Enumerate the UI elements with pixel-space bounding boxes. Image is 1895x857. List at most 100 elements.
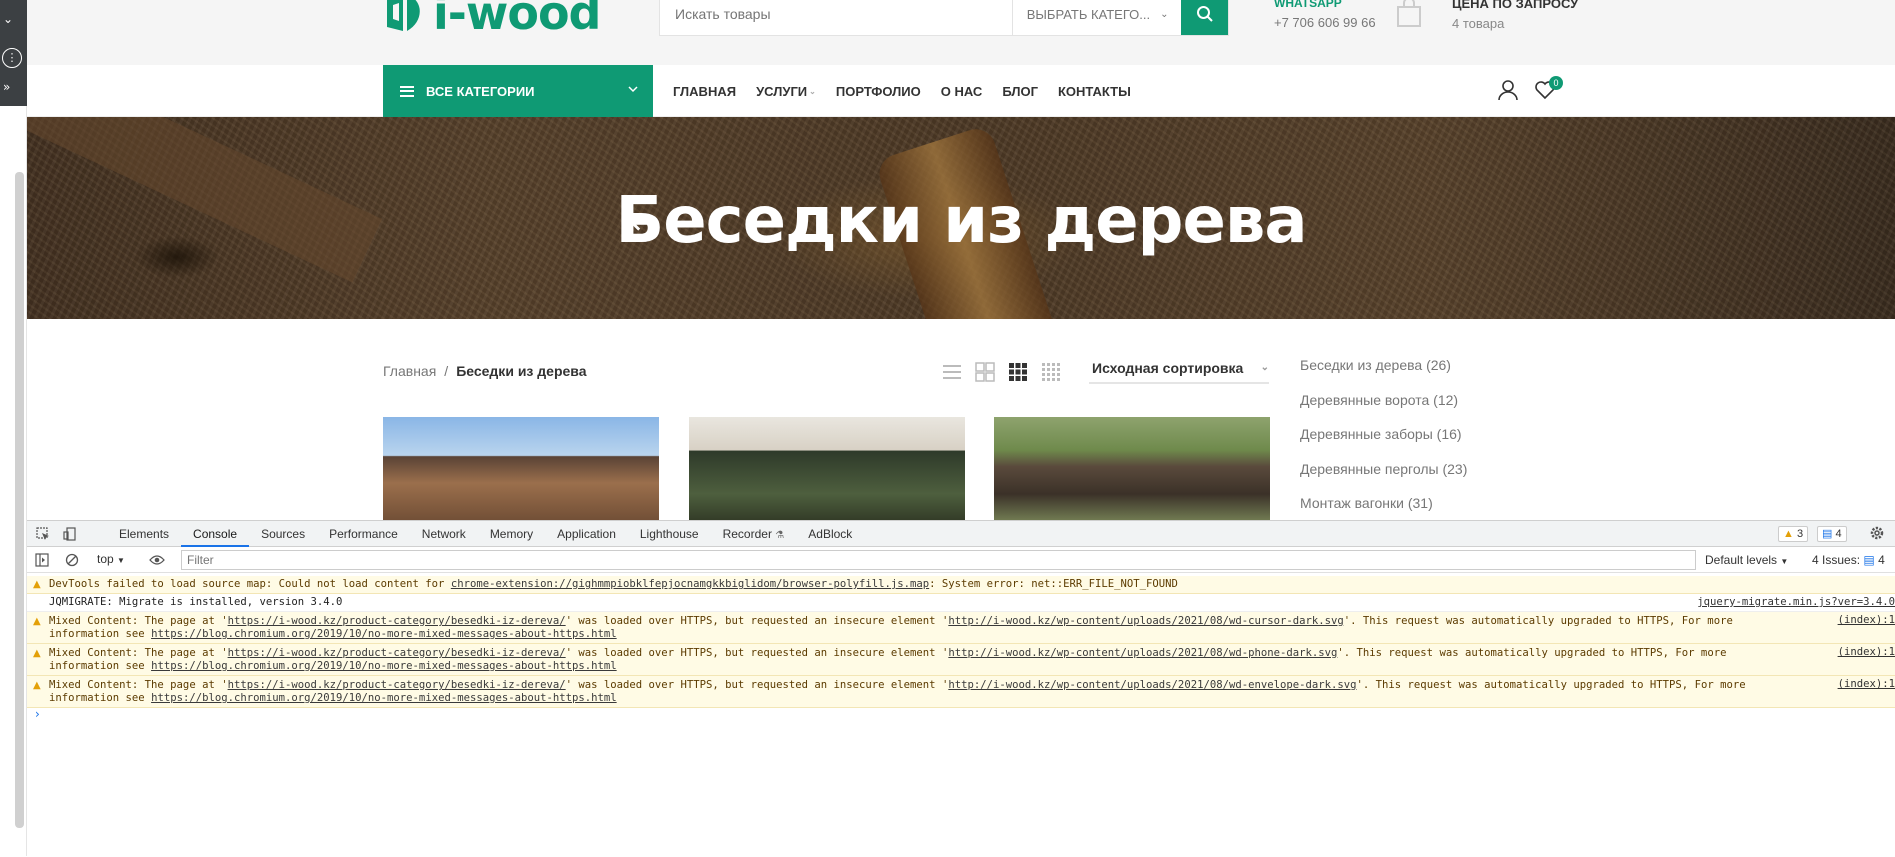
nav-link-about[interactable]: О НАС	[941, 84, 983, 99]
logo-text: i-wood	[433, 0, 601, 40]
dropdown-arrow-icon: ▼	[117, 556, 125, 565]
message-link[interactable]: chrome-extension://gighmmpiobklfepjocnam…	[451, 578, 929, 590]
search-button[interactable]	[1181, 0, 1228, 35]
grid-4-view-icon[interactable]	[1041, 362, 1061, 382]
messages-badge[interactable]: ▤ 4	[1817, 526, 1847, 542]
sidebar-toggle-icon[interactable]	[35, 553, 49, 567]
gear-icon[interactable]	[1869, 525, 1885, 541]
sidebar-category[interactable]: Деревянные ворота (12)	[1300, 392, 1467, 427]
all-categories-button[interactable]: ВСЕ КАТЕГОРИИ	[383, 65, 653, 117]
tab-network[interactable]: Network	[410, 521, 478, 547]
message-source-link[interactable]: (index):1	[1838, 614, 1895, 627]
message-source-link[interactable]: (index):1	[1838, 678, 1895, 691]
phone-number[interactable]: +7 706 606 99 66	[1274, 15, 1376, 30]
side-panel-dark: ⌄ ⋮ »	[0, 0, 27, 106]
message-link[interactable]: https://i-wood.kz/product-category/besed…	[228, 679, 566, 691]
tab-recorder[interactable]: Recorder ⚗	[711, 521, 797, 547]
user-icon[interactable]	[1497, 79, 1519, 101]
message-link[interactable]: https://i-wood.kz/product-category/besed…	[228, 647, 566, 659]
grid-3-view-icon[interactable]	[1008, 362, 1028, 382]
logo[interactable]: i-wood	[383, 0, 601, 40]
nav-links: ГЛАВНАЯ УСЛУГИ ⌄ ПОРТФОЛИО О НАС БЛОГ КОН…	[673, 65, 1151, 117]
tab-performance[interactable]: Performance	[317, 521, 410, 547]
breadcrumb-home[interactable]: Главная	[383, 363, 436, 379]
message-link[interactable]: http://i-wood.kz/wp-content/uploads/2021…	[948, 647, 1337, 659]
warnings-count: 3	[1796, 528, 1804, 540]
clear-console-icon[interactable]	[65, 553, 79, 567]
scrollbar[interactable]	[15, 172, 24, 828]
tab-elements[interactable]: Elements	[107, 521, 181, 547]
tab-recorder-label: Recorder	[722, 527, 772, 541]
warnings-badge[interactable]: ▲ 3	[1778, 526, 1809, 542]
search-input[interactable]	[660, 0, 1012, 35]
category-select[interactable]: ВЫБРАТЬ КАТЕГО... ⌄	[1011, 0, 1181, 35]
nav-link-home[interactable]: ГЛАВНАЯ	[673, 84, 736, 99]
message-text: Mixed Content: The page at '	[49, 679, 228, 691]
inspect-icon[interactable]	[36, 527, 50, 541]
more-icon[interactable]: ⋮	[2, 48, 22, 68]
issues-button[interactable]: 4 Issues: ▤ 4	[1812, 553, 1885, 567]
bag-icon[interactable]	[1395, 0, 1423, 28]
context-select[interactable]: top ▼	[97, 552, 125, 566]
message-text: information see	[49, 628, 152, 640]
log-levels-select[interactable]: Default levels ▼	[1705, 553, 1788, 567]
context-label: top	[97, 552, 114, 566]
sidebar-category[interactable]: Беседки из дерева (26)	[1300, 357, 1467, 392]
message-text: Mixed Content: The page at '	[49, 615, 228, 627]
message-link[interactable]: https://i-wood.kz/product-category/besed…	[228, 615, 566, 627]
message-text: '. This request was automatically upgrad…	[1343, 615, 1733, 627]
nav-link-services[interactable]: УСЛУГИ ⌄	[756, 84, 816, 99]
tab-memory[interactable]: Memory	[478, 521, 545, 547]
tab-adblock[interactable]: AdBlock	[796, 521, 864, 547]
messages-count: 4	[1835, 528, 1842, 540]
message-text: JQMIGRATE: Migrate is installed, version…	[49, 596, 343, 608]
message-source-link[interactable]: (index):1	[1838, 646, 1895, 659]
sidebar-category[interactable]: Деревянные перголы (23)	[1300, 461, 1467, 496]
tab-lighthouse[interactable]: Lighthouse	[628, 521, 711, 547]
cart-items-count: 4 товара	[1452, 16, 1505, 31]
expand-icon[interactable]: »	[3, 80, 10, 94]
warning-icon: ▲	[33, 579, 41, 590]
category-select-label: ВЫБРАТЬ КАТЕГО...	[1026, 6, 1151, 22]
all-categories-label: ВСЕ КАТЕГОРИИ	[426, 83, 535, 99]
eye-icon[interactable]	[149, 554, 165, 566]
message-link[interactable]: https://blog.chromium.org/2019/10/no-mor…	[151, 692, 617, 704]
console-filter-input[interactable]	[181, 550, 1696, 570]
issues-count: 4	[1878, 553, 1885, 567]
logo-icon	[387, 0, 420, 31]
list-view-icon[interactable]	[942, 362, 962, 382]
page-title: Беседки из дерева	[615, 184, 1307, 258]
nav-link-portfolio[interactable]: ПОРТФОЛИО	[836, 84, 921, 99]
message-text: '. This request was automatically upgrad…	[1356, 679, 1746, 691]
sort-select[interactable]: Исходная сортировка ⌄	[1089, 360, 1269, 384]
tab-application[interactable]: Application	[545, 521, 628, 547]
sidebar-category[interactable]: Деревянные заборы (16)	[1300, 426, 1467, 461]
search-bar: ВЫБРАТЬ КАТЕГО... ⌄	[659, 0, 1229, 36]
nav-link-contacts[interactable]: КОНТАКТЫ	[1058, 84, 1131, 99]
message-text: Mixed Content: The page at '	[49, 647, 228, 659]
whatsapp-label[interactable]: WHATSAPP	[1274, 0, 1342, 10]
nav-link-blog[interactable]: БЛОГ	[1002, 84, 1038, 99]
message-link[interactable]: http://i-wood.kz/wp-content/uploads/2021…	[948, 615, 1343, 627]
breadcrumb: Главная / Беседки из дерева	[383, 363, 587, 379]
sidebar-category[interactable]: Монтаж вагонки (31)	[1300, 495, 1467, 520]
chevron-down-icon[interactable]: ⌄	[3, 12, 13, 26]
message-link[interactable]: https://blog.chromium.org/2019/10/no-mor…	[151, 628, 617, 640]
product-card-image[interactable]	[689, 417, 965, 520]
console-message: ▲ Mixed Content: The page at 'https://i-…	[27, 644, 1895, 676]
message-source-link[interactable]: jquery-migrate.min.js?ver=3.4.0	[1697, 596, 1895, 609]
tab-console[interactable]: Console	[181, 521, 250, 547]
device-toolbar-icon[interactable]	[63, 527, 77, 541]
product-card-image[interactable]	[383, 417, 659, 520]
devtools-tabbar: Elements Console Sources Performance Net…	[27, 521, 1895, 547]
flask-icon: ⚗	[775, 530, 785, 541]
product-card-image[interactable]	[994, 417, 1270, 520]
tab-sources[interactable]: Sources	[249, 521, 317, 547]
warning-icon: ▲	[33, 680, 41, 691]
console-prompt[interactable]: ›	[35, 707, 40, 721]
message-link[interactable]: https://blog.chromium.org/2019/10/no-mor…	[151, 660, 617, 672]
grid-2-view-icon[interactable]	[975, 362, 995, 382]
price-label[interactable]: ЦЕНА ПО ЗАПРОСУ	[1452, 0, 1578, 11]
message-text: : System error: net::ERR_FILE_NOT_FOUND	[929, 578, 1178, 590]
message-link[interactable]: http://i-wood.kz/wp-content/uploads/2021…	[948, 679, 1356, 691]
